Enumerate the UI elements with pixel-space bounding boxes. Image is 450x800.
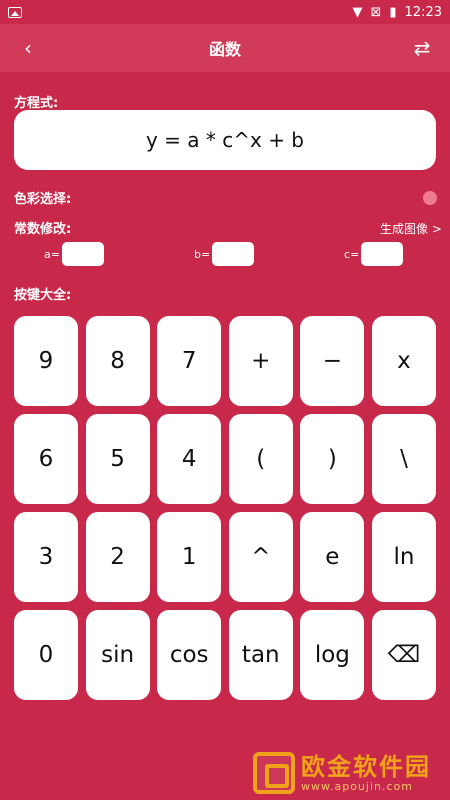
constant-a: a= [44, 242, 104, 266]
backspace-icon[interactable]: ⌫ [371, 610, 436, 700]
battery-icon: ▮ [389, 4, 397, 20]
watermark-title: 欧金软件园 [301, 752, 431, 781]
constants-label: 常数修改: [14, 222, 72, 237]
key-close-paren[interactable]: ) [300, 414, 365, 504]
page-title: 函数 [208, 40, 241, 59]
color-select-label: 色彩选择: [14, 192, 72, 207]
key-4[interactable]: 4 [157, 414, 222, 504]
key-plus[interactable]: + [228, 316, 293, 406]
app-bar: ‹ 函数 ⇄ [0, 24, 450, 72]
constant-b-label: b= [194, 247, 211, 261]
chevron-left-icon: ‹ [24, 36, 32, 60]
constant-b-input[interactable] [212, 242, 255, 266]
key-caret[interactable]: ^ [228, 512, 293, 602]
key-cos[interactable]: cos [157, 610, 222, 700]
constant-a-label: a= [44, 247, 60, 261]
generate-graph-link[interactable]: 生成图像 > [380, 220, 442, 237]
watermark: 欧金软件园 www.apoujin.com [253, 750, 443, 796]
content: 方程式: y = a * c^x + b 色彩选择: 常数修改: 生成图像 > … [0, 72, 450, 800]
no-sim-icon: ⊠ [370, 4, 382, 20]
key-8[interactable]: 8 [85, 316, 150, 406]
key-x[interactable]: x [371, 316, 436, 406]
key-minus[interactable]: − [300, 316, 365, 406]
status-time: 12:23 [404, 4, 442, 20]
key-3[interactable]: 3 [14, 512, 78, 602]
constant-b: b= [194, 242, 255, 266]
status-bar: ▼ ⊠ ▮ 12:23 [0, 0, 450, 24]
key-log[interactable]: log [300, 610, 365, 700]
key-5[interactable]: 5 [85, 414, 150, 504]
swap-icon: ⇄ [413, 36, 431, 60]
key-e[interactable]: e [300, 512, 365, 602]
key-2[interactable]: 2 [85, 512, 150, 602]
constant-a-input[interactable] [61, 242, 104, 266]
key-sin[interactable]: sin [85, 610, 150, 700]
key-7[interactable]: 7 [157, 316, 222, 406]
key-9[interactable]: 9 [14, 316, 78, 406]
key-tan[interactable]: tan [228, 610, 293, 700]
wifi-icon: ▼ [352, 4, 363, 20]
key-open-paren[interactable]: ( [228, 414, 293, 504]
watermark-logo-icon [253, 752, 295, 794]
key-ln[interactable]: ln [371, 512, 436, 602]
constant-c-input[interactable] [361, 242, 404, 266]
key-0[interactable]: 0 [14, 610, 78, 700]
swap-button[interactable]: ⇄ [408, 34, 436, 62]
keypad: 9 8 7 + − x 6 5 4 ( ) \ 3 2 1 ^ e ln 0 s… [14, 316, 436, 700]
constants-row: a= b= c= [0, 242, 450, 268]
key-backslash[interactable]: \ [371, 414, 436, 504]
constant-c: c= [344, 242, 404, 266]
constant-c-label: c= [344, 247, 360, 261]
back-button[interactable]: ‹ [14, 34, 42, 62]
formula-label: 方程式: [14, 96, 59, 111]
key-1[interactable]: 1 [157, 512, 222, 602]
formula-display[interactable]: y = a * c^x + b [14, 110, 436, 170]
key-6[interactable]: 6 [14, 414, 78, 504]
image-notification-icon [8, 6, 22, 18]
color-picker-dot[interactable] [423, 191, 437, 205]
keys-label: 按键大全: [14, 288, 72, 303]
watermark-url: www.apoujin.com [301, 779, 413, 793]
